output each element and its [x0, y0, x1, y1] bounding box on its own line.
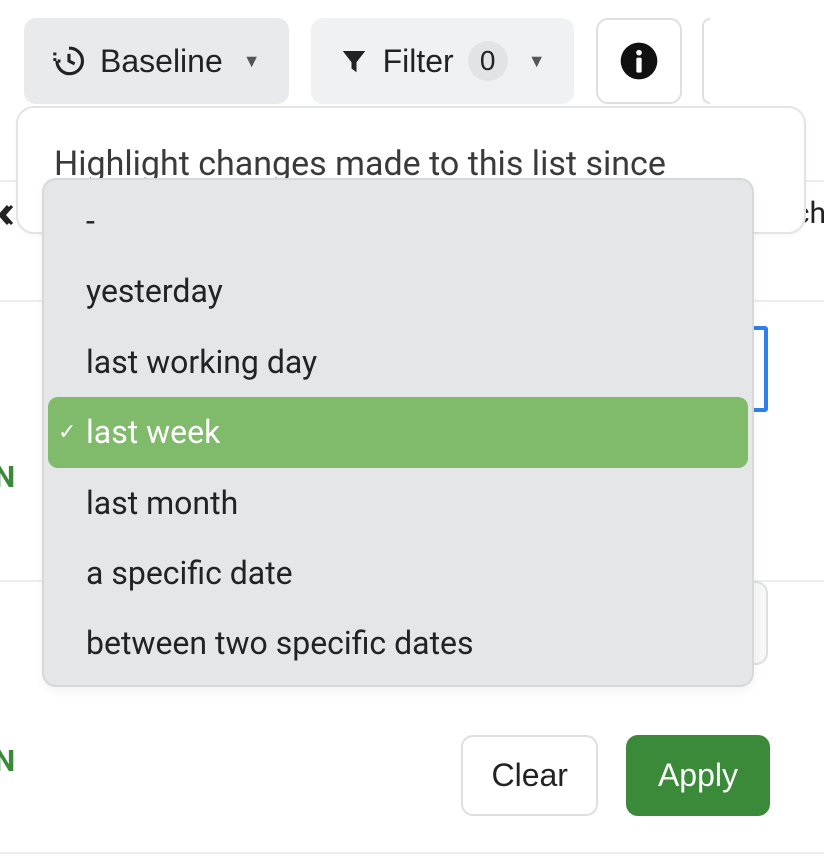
baseline-button[interactable]: Baseline ▼: [24, 18, 289, 104]
dropdown-option-label: last working day: [86, 335, 317, 389]
dropdown-option-last-working-day[interactable]: last working day: [48, 327, 748, 397]
clear-button[interactable]: Clear: [461, 735, 597, 816]
dropdown-option-none[interactable]: -: [48, 186, 748, 256]
history-icon: [52, 44, 86, 78]
dropdown-option-last-month[interactable]: last month: [48, 468, 748, 538]
bg-button-fragment: [702, 18, 710, 104]
check-icon: ✓: [58, 414, 76, 451]
filter-icon: [339, 46, 369, 76]
dropdown-option-yesterday[interactable]: yesterday: [48, 256, 748, 326]
dropdown-option-last-week[interactable]: ✓ last week: [48, 397, 748, 467]
dropdown-option-label: -: [86, 194, 95, 248]
caret-down-icon: ▼: [528, 51, 546, 72]
dropdown-option-label: between two specific dates: [86, 616, 474, 670]
caret-down-icon: ▼: [243, 51, 261, 72]
info-icon: [619, 41, 659, 81]
toolbar: Baseline ▼ Filter 0 ▼: [0, 0, 824, 104]
apply-button[interactable]: Apply: [626, 735, 770, 816]
dropdown-option-label: last week: [86, 405, 220, 459]
baseline-range-dropdown: - yesterday last working day ✓ last week…: [42, 178, 754, 687]
dropdown-option-between-dates[interactable]: between two specific dates: [48, 608, 748, 678]
bg-cell-fragment: N: [0, 460, 6, 495]
bg-cell-fragment: N: [0, 744, 6, 779]
info-button[interactable]: [596, 18, 682, 104]
bg-cell-fragment: [0, 200, 12, 230]
baseline-label: Baseline: [100, 43, 223, 80]
filter-button[interactable]: Filter 0 ▼: [311, 18, 574, 104]
filter-count-badge: 0: [468, 41, 508, 81]
dropdown-option-specific-date[interactable]: a specific date: [48, 538, 748, 608]
dropdown-option-label: last month: [86, 476, 238, 530]
popover-actions: Clear Apply: [461, 735, 770, 816]
dropdown-option-label: yesterday: [86, 264, 223, 318]
filter-label: Filter: [383, 43, 454, 80]
dropdown-option-label: a specific date: [86, 546, 293, 600]
bg-grid-line: [0, 852, 824, 854]
